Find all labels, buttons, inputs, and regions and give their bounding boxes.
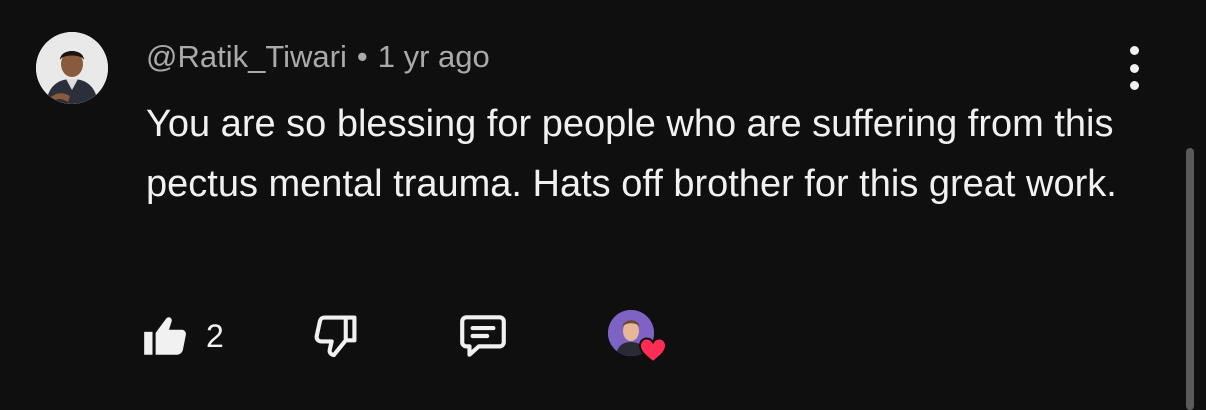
more-vert-icon[interactable] [1118, 46, 1150, 90]
thumb-up-icon [144, 317, 186, 355]
reply-comment-icon [460, 315, 506, 357]
like-count: 2 [206, 317, 224, 354]
comment-timestamp[interactable]: 1 yr ago [378, 39, 490, 74]
menu-dot [1129, 46, 1139, 55]
comment-meta: @Ratik_Tiwari • 1 yr ago [146, 38, 490, 76]
like-button[interactable]: 2 [140, 306, 224, 366]
meta-separator: • [356, 39, 368, 74]
author-avatar-image [36, 32, 108, 104]
author-handle[interactable]: @Ratik_Tiwari [146, 39, 347, 74]
dislike-button[interactable] [310, 306, 362, 366]
heart-icon [638, 337, 668, 364]
menu-dot [1129, 81, 1139, 90]
scrollbar[interactable] [1186, 148, 1194, 410]
author-avatar[interactable] [36, 32, 108, 104]
creator-heart-badge[interactable] [608, 310, 670, 366]
thumb-down-icon [314, 315, 357, 358]
reply-button[interactable] [456, 306, 510, 366]
comment-text: You are so blessing for people who are s… [146, 103, 1117, 205]
menu-dot [1129, 63, 1139, 73]
